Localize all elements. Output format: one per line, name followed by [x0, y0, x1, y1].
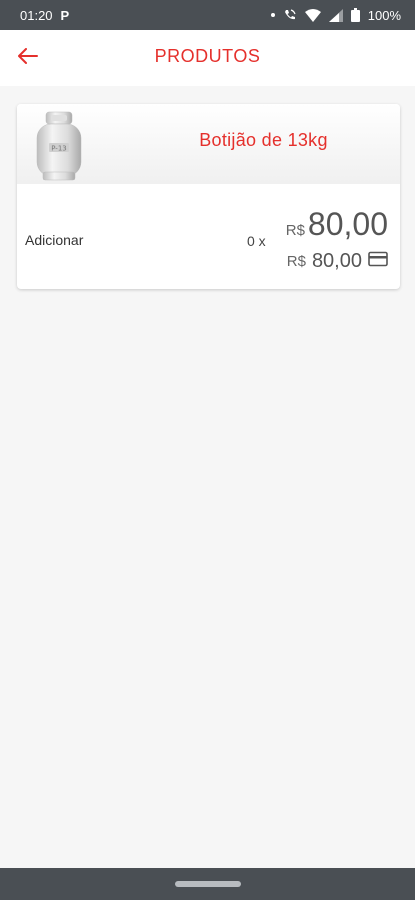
card-price-currency: R$: [286, 253, 306, 270]
parking-app-icon: P: [60, 7, 70, 23]
battery-percentage: 100%: [367, 7, 401, 23]
signal-icon: [328, 8, 343, 22]
credit-card-icon: [368, 251, 388, 272]
price-currency: R$: [285, 222, 305, 239]
arrow-left-icon: [18, 47, 38, 69]
wifi-icon: [304, 8, 321, 22]
app-bar: PRODUTOS: [0, 30, 415, 86]
product-name: Botijão de 13kg: [199, 130, 328, 150]
wifi-call-icon: [283, 8, 297, 22]
back-button[interactable]: [14, 44, 42, 72]
add-button[interactable]: Adicionar: [25, 232, 83, 248]
price-cash: R$ 80,00: [286, 206, 388, 243]
product-card-header: P-13 Botijão de 13kg: [17, 104, 400, 184]
home-gesture-handle[interactable]: [174, 881, 241, 887]
dot-icon: [270, 13, 275, 17]
quantity-value: 0 x: [247, 233, 266, 249]
system-nav-bar: [0, 868, 415, 900]
card-price-value: 80,00: [311, 250, 362, 272]
status-bar: 01:20 P 100%: [0, 0, 415, 30]
page-title: PRODUTOS: [154, 45, 261, 66]
price-value: 80,00: [307, 206, 388, 242]
battery-icon: [350, 8, 360, 22]
product-card[interactable]: P-13 Botijão de 13kg Adicionar 0 x R$ 80…: [17, 104, 400, 289]
status-left: 01:20 P: [20, 8, 69, 23]
product-card-body: Adicionar 0 x R$ 80,00 R$ 80,00: [17, 184, 400, 289]
status-right: 100%: [270, 7, 401, 23]
status-time: 01:20: [20, 7, 53, 23]
price-card: R$ 80,00: [287, 250, 388, 273]
